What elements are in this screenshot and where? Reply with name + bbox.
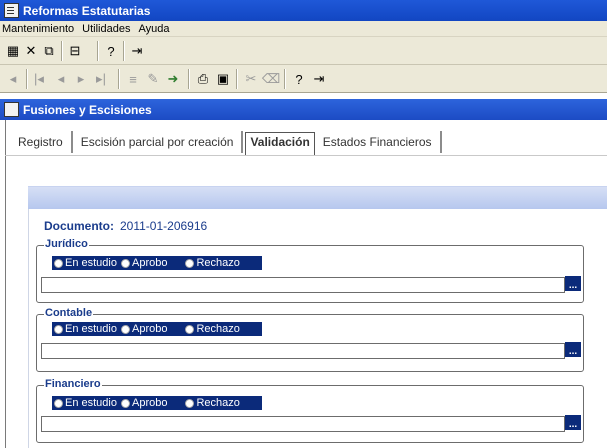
toolbar-separator xyxy=(236,69,237,89)
excel-icon[interactable]: ✕ xyxy=(22,42,40,60)
group-title-juridico: Jurídico xyxy=(44,238,89,250)
radio-label: Aprobo xyxy=(131,323,168,335)
app-icon xyxy=(4,3,19,18)
previous-icon[interactable]: ◂ xyxy=(52,70,70,88)
radio-aprobo[interactable]: Aprobo xyxy=(119,323,167,335)
radio-label: Rechazo xyxy=(196,397,240,409)
menu-mantenimiento[interactable]: Mantenimiento xyxy=(2,23,74,35)
menu-utilidades[interactable]: Utilidades xyxy=(82,23,130,35)
subwindow-title: Fusiones y Escisiones xyxy=(23,102,152,117)
radio-button-icon xyxy=(54,324,63,334)
radio-en-estudio[interactable]: En estudio xyxy=(52,397,117,409)
observation-field-contable[interactable] xyxy=(41,343,565,359)
subwindow-icon xyxy=(4,102,19,117)
tab-strip: Registro Escisión parcial por creación V… xyxy=(12,129,444,155)
tab-registro[interactable]: Registro xyxy=(12,131,73,153)
insert-row-icon[interactable]: ≡ xyxy=(124,70,142,88)
toolbar-separator xyxy=(123,41,124,61)
group-juridico xyxy=(36,245,584,303)
group-title-contable: Contable xyxy=(44,307,94,319)
record-toolbar: ◂ |◂ ◂ ▸ ▸| ≡ ✎ ➜ ⎙ ▣ ✂ ⌫ ? ⇥ xyxy=(0,65,607,93)
toolbar-separator xyxy=(26,69,27,89)
menu-bar: Mantenimiento Utilidades Ayuda xyxy=(0,21,607,37)
radio-group-contable: En estudio Aprobo Rechazo xyxy=(52,322,262,336)
radio-label: Aprobo xyxy=(131,257,168,269)
toolbar-separator xyxy=(118,69,119,89)
tab-validacion[interactable]: Validación xyxy=(245,132,315,155)
exit-icon[interactable]: ⇥ xyxy=(310,70,328,88)
radio-label: En estudio xyxy=(65,397,117,409)
app-title: Reformas Estatutarias xyxy=(23,3,151,18)
observation-field-juridico[interactable] xyxy=(41,277,565,293)
radio-en-estudio[interactable]: En estudio xyxy=(52,323,117,335)
radio-button-icon xyxy=(54,258,63,268)
last-icon[interactable]: ▸| xyxy=(92,70,110,88)
main-toolbar: ▦ ✕ ⧉ ⊟ ? ⇥ xyxy=(0,37,607,65)
group-financiero xyxy=(36,385,584,443)
panel-header xyxy=(28,186,607,209)
tab-escision-parcial[interactable]: Escisión parcial por creación xyxy=(75,131,244,153)
radio-button-icon xyxy=(120,324,130,334)
exit-icon[interactable]: ⇥ xyxy=(128,42,146,60)
next-icon[interactable]: ▸ xyxy=(72,70,90,88)
document-number: 2011-01-206916 xyxy=(120,219,208,233)
radio-button-icon xyxy=(54,398,63,408)
save-icon[interactable]: ▣ xyxy=(214,70,232,88)
clear-icon[interactable]: ⌫ xyxy=(262,70,280,88)
radio-rechazo[interactable]: Rechazo xyxy=(183,397,240,409)
tab-divider xyxy=(5,155,607,156)
radio-label: En estudio xyxy=(65,323,117,335)
toolbar-separator xyxy=(188,69,189,89)
copy-icon[interactable]: ⧉ xyxy=(40,42,58,60)
radio-aprobo[interactable]: Aprobo xyxy=(119,257,167,269)
lookup-button-financiero[interactable]: ... xyxy=(565,415,581,430)
menu-ayuda[interactable]: Ayuda xyxy=(138,23,169,35)
radio-rechazo[interactable]: Rechazo xyxy=(183,323,240,335)
toolbar-separator xyxy=(61,41,62,61)
radio-button-icon xyxy=(120,398,130,408)
radio-label: En estudio xyxy=(65,257,117,269)
radio-label: Aprobo xyxy=(131,397,168,409)
observation-field-financiero[interactable] xyxy=(41,416,565,432)
delete-icon[interactable]: ✂ xyxy=(242,70,260,88)
radio-label: Rechazo xyxy=(196,323,240,335)
help-icon[interactable]: ? xyxy=(290,70,308,88)
help-icon[interactable]: ? xyxy=(102,42,120,60)
radio-label: Rechazo xyxy=(196,257,240,269)
grid-icon[interactable]: ▦ xyxy=(4,42,22,60)
edit-icon[interactable]: ✎ xyxy=(144,70,162,88)
subwindow-title-bar: Fusiones y Escisiones xyxy=(0,99,607,120)
radio-rechazo[interactable]: Rechazo xyxy=(183,257,240,269)
radio-button-icon xyxy=(185,398,195,408)
document-label: Documento: xyxy=(44,219,114,233)
radio-button-icon xyxy=(120,258,130,268)
radio-group-financiero: En estudio Aprobo Rechazo xyxy=(52,396,262,410)
lookup-button-juridico[interactable]: ... xyxy=(565,276,581,291)
app-title-bar: Reformas Estatutarias xyxy=(0,0,607,21)
radio-group-juridico: En estudio Aprobo Rechazo xyxy=(52,256,262,270)
tab-estados-financieros[interactable]: Estados Financieros xyxy=(317,131,442,153)
lookup-button-contable[interactable]: ... xyxy=(565,342,581,357)
toolbar-separator xyxy=(284,69,285,89)
save-record-icon[interactable]: ➜ xyxy=(164,70,182,88)
radio-aprobo[interactable]: Aprobo xyxy=(119,397,167,409)
back-icon[interactable]: ◂ xyxy=(4,70,22,88)
group-title-financiero: Financiero xyxy=(44,378,102,390)
radio-button-icon xyxy=(185,324,195,334)
toolbar-separator xyxy=(97,41,98,61)
print-preview-icon[interactable]: ⊟ xyxy=(66,42,84,60)
print-icon[interactable]: ⎙ xyxy=(194,70,212,88)
first-icon[interactable]: |◂ xyxy=(30,70,48,88)
radio-en-estudio[interactable]: En estudio xyxy=(52,257,117,269)
radio-button-icon xyxy=(185,258,195,268)
